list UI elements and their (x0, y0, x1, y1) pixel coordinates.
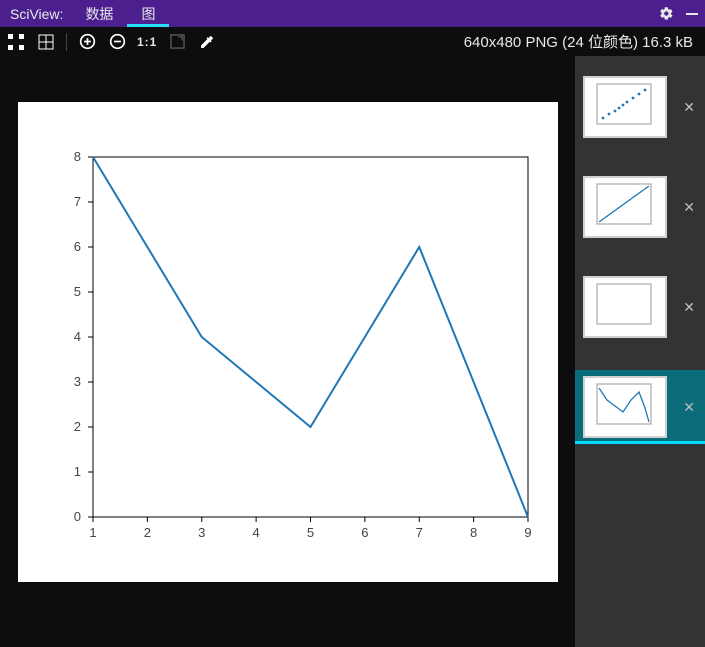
svg-text:1: 1 (73, 464, 80, 479)
svg-text:3: 3 (198, 525, 205, 540)
svg-text:7: 7 (73, 194, 80, 209)
minimize-icon (685, 7, 699, 21)
body-area: 123456789012345678 ✕ ✕ (0, 56, 705, 647)
tab-label: 数据 (85, 4, 113, 24)
svg-text:0: 0 (73, 509, 80, 524)
divider (66, 33, 67, 51)
thumbnail-preview (583, 276, 667, 338)
thumbnail-preview (583, 176, 667, 238)
tab-data[interactable]: 数据 (71, 0, 127, 27)
svg-text:8: 8 (470, 525, 477, 540)
svg-text:5: 5 (306, 525, 313, 540)
titlebar: SciView: 数据 图 (0, 0, 705, 27)
thumbnail-close-button[interactable]: ✕ (677, 99, 701, 116)
expand-icon (170, 34, 185, 49)
eyedropper-icon (199, 34, 215, 50)
svg-text:1: 1 (89, 525, 96, 540)
grid-icon (38, 34, 54, 50)
fit-screen-icon (8, 34, 24, 50)
thumbnail-item[interactable]: ✕ (575, 70, 705, 144)
thumbnail-item[interactable]: ✕ (575, 370, 705, 444)
svg-text:6: 6 (361, 525, 368, 540)
thumbnail-item[interactable]: ✕ (575, 170, 705, 244)
svg-text:7: 7 (415, 525, 422, 540)
settings-button[interactable] (653, 6, 679, 21)
svg-text:5: 5 (73, 284, 80, 299)
minimize-button[interactable] (679, 7, 705, 21)
zoom-out-icon (109, 33, 126, 50)
svg-text:3: 3 (73, 374, 80, 389)
tool-name: SciView: (0, 6, 71, 22)
svg-text:4: 4 (252, 525, 259, 540)
actual-size-button[interactable]: 1:1 (137, 35, 157, 49)
tab-label: 图 (141, 4, 155, 24)
expand-button[interactable] (167, 32, 187, 52)
thumbnail-close-button[interactable]: ✕ (677, 399, 701, 416)
svg-text:4: 4 (73, 329, 80, 344)
thumbnail-preview (583, 76, 667, 138)
tab-plot[interactable]: 图 (127, 0, 169, 27)
plot-canvas: 123456789012345678 (18, 102, 558, 582)
svg-text:6: 6 (73, 239, 80, 254)
grid-button[interactable] (36, 32, 56, 52)
svg-text:8: 8 (73, 149, 80, 164)
thumbnail-preview (583, 376, 667, 438)
zoom-in-icon (79, 33, 96, 50)
color-picker-button[interactable] (197, 32, 217, 52)
fit-screen-button[interactable] (6, 32, 26, 52)
thumbnail-strip: ✕ ✕ ✕ ✕ (575, 56, 705, 647)
zoom-in-button[interactable] (77, 32, 97, 52)
svg-text:2: 2 (143, 525, 150, 540)
svg-text:9: 9 (524, 525, 531, 540)
sciview-tool-window: SciView: 数据 图 1:1 (0, 0, 705, 647)
image-status: 640x480 PNG (24 位颜色) 16.3 kB (464, 31, 699, 52)
zoom-out-button[interactable] (107, 32, 127, 52)
thumbnail-item[interactable]: ✕ (575, 270, 705, 344)
plot-viewer[interactable]: 123456789012345678 (0, 56, 575, 647)
gear-icon (659, 6, 674, 21)
thumbnail-close-button[interactable]: ✕ (677, 199, 701, 216)
thumbnail-close-button[interactable]: ✕ (677, 299, 701, 316)
tab-bar: 数据 图 (71, 0, 169, 27)
image-toolbar: 1:1 640x480 PNG (24 位颜色) 16.3 kB (0, 27, 705, 56)
svg-text:2: 2 (73, 419, 80, 434)
